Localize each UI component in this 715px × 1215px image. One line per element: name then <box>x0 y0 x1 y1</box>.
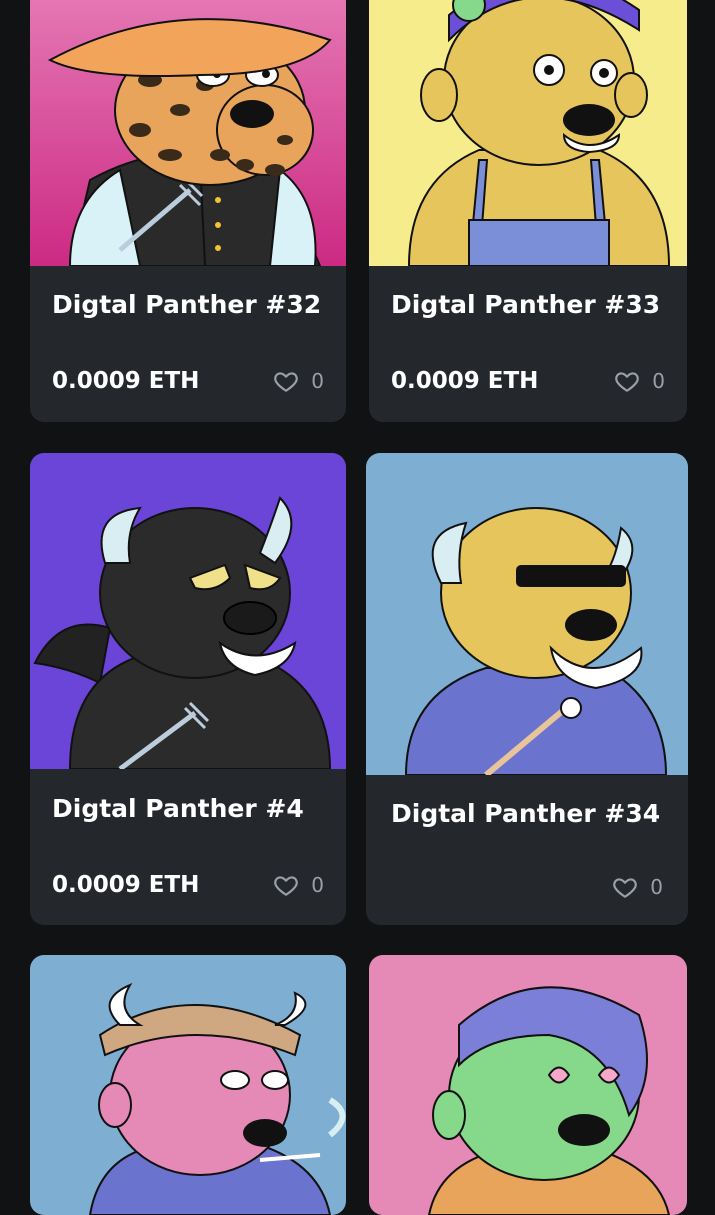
nft-image-panther-devil[interactable] <box>30 453 346 769</box>
like-count: 0 <box>652 369 665 393</box>
nft-image-panther-overalls[interactable] <box>369 0 687 266</box>
nft-image-panther-sunglasses[interactable] <box>366 453 688 775</box>
nft-card-33[interactable]: Digtal Panther #33 0.0009 ETH 0 <box>369 0 687 422</box>
like-count: 0 <box>311 873 324 897</box>
nft-price: 0.0009 ETH <box>52 872 200 898</box>
like-button[interactable]: 0 <box>612 874 663 900</box>
nft-image-panther-green-heart-glasses[interactable] <box>369 955 687 1215</box>
nft-card-34[interactable]: Digtal Panther #34 0 <box>366 453 688 925</box>
like-count: 0 <box>650 875 663 899</box>
nft-title[interactable]: Digtal Panther #34 <box>391 799 660 828</box>
nft-title[interactable]: Digtal Panther #33 <box>391 290 660 319</box>
nft-card-32[interactable]: Digtal Panther #32 0.0009 ETH 0 <box>30 0 346 422</box>
nft-card-6[interactable] <box>369 955 687 1215</box>
nft-price: 0.0009 ETH <box>391 368 539 394</box>
heart-icon[interactable] <box>614 368 640 394</box>
like-button[interactable]: 0 <box>273 368 324 394</box>
nft-card-4[interactable]: Digtal Panther #4 0.0009 ETH 0 <box>30 453 346 925</box>
like-button[interactable]: 0 <box>614 368 665 394</box>
like-count: 0 <box>311 369 324 393</box>
like-button[interactable]: 0 <box>273 872 324 898</box>
nft-title[interactable]: Digtal Panther #4 <box>52 794 304 823</box>
nft-image-panther-leopard-hat[interactable] <box>30 0 346 266</box>
heart-icon[interactable] <box>273 368 299 394</box>
nft-title[interactable]: Digtal Panther #32 <box>52 290 321 319</box>
nft-price: 0.0009 ETH <box>52 368 200 394</box>
nft-card-5[interactable] <box>30 955 346 1215</box>
heart-icon[interactable] <box>273 872 299 898</box>
nft-image-panther-viking[interactable] <box>30 955 346 1215</box>
heart-icon[interactable] <box>612 874 638 900</box>
